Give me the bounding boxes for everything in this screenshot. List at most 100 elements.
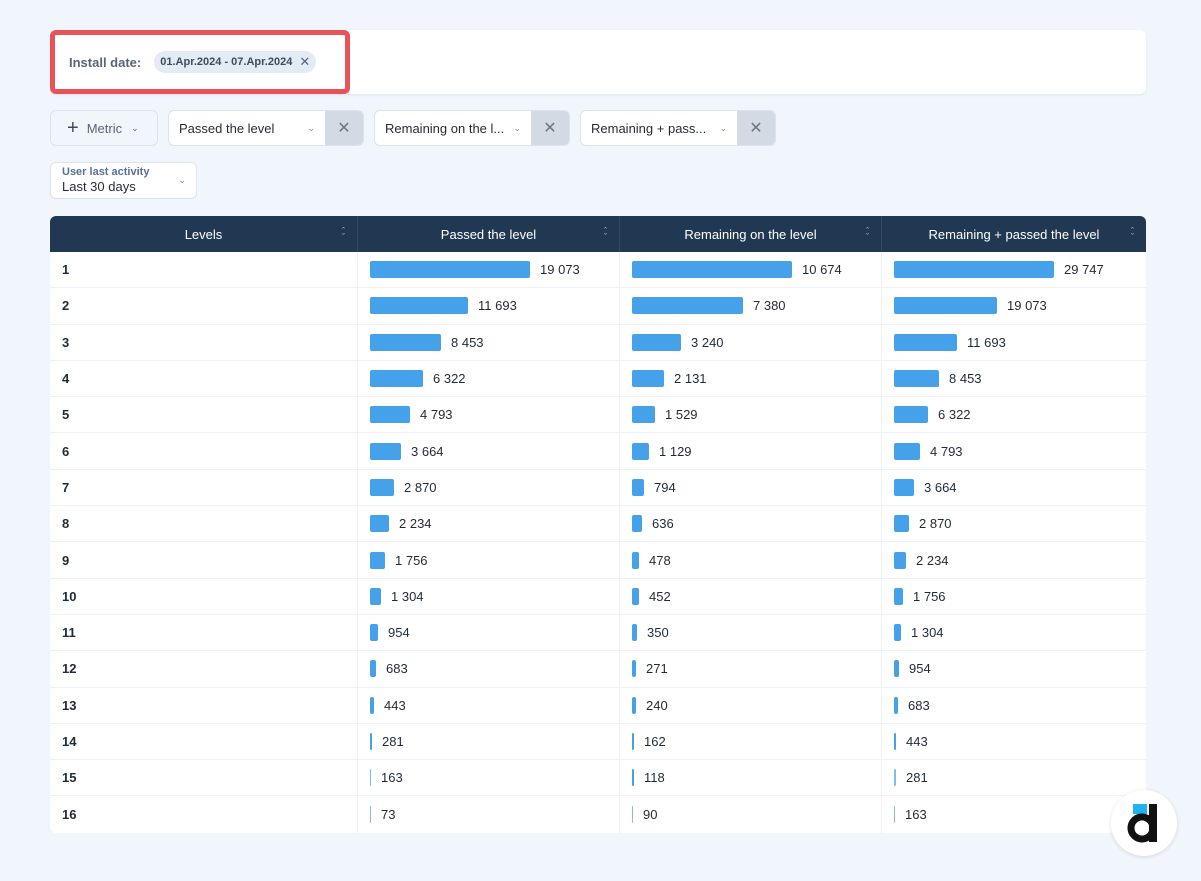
remaining-cell: 2 131	[620, 360, 882, 397]
add-metric-button[interactable]: + Metric ⌄	[50, 110, 158, 146]
remaining-bar	[632, 515, 642, 533]
remaining-value: 271	[646, 661, 668, 677]
level-cell: 16	[50, 796, 358, 833]
devtodev-logo	[1111, 790, 1177, 856]
remaining-cell: 240	[620, 687, 882, 723]
passed-bar	[370, 297, 468, 315]
remaining-cell: 271	[620, 651, 882, 687]
remaining-bar	[632, 769, 634, 787]
column-title: Remaining on the level	[684, 226, 817, 242]
chevron-down-icon: ⌄	[719, 122, 727, 133]
passed-cell: 3 664	[358, 433, 620, 469]
passed-cell: 163	[358, 760, 620, 796]
total-bar	[894, 442, 920, 460]
total-cell: 683	[882, 688, 1146, 723]
passed-value: 443	[384, 697, 406, 713]
remaining-bar	[632, 442, 649, 460]
passed-value: 3 664	[411, 443, 444, 459]
total-value: 2 234	[916, 552, 949, 568]
level-cell: 11	[50, 614, 358, 651]
passed-bar	[370, 806, 371, 824]
total-value: 163	[905, 807, 927, 823]
remaining-value: 794	[654, 479, 676, 495]
passed-value: 281	[382, 734, 404, 749]
passed-value: 73	[381, 807, 396, 823]
sort-icon[interactable]: ˆˇ	[604, 226, 607, 241]
total-cell: 6 322	[882, 397, 1146, 432]
passed-bar	[370, 370, 423, 388]
metric-label: Passed the level	[179, 120, 275, 136]
table-row: 10 1 304 452 1 756	[50, 578, 1146, 615]
remaining-bar	[632, 406, 655, 424]
total-value: 19 073	[1007, 298, 1047, 314]
sort-icon[interactable]: ˆˇ	[1131, 226, 1134, 241]
level-cell: 12	[50, 651, 358, 687]
sort-icon[interactable]: ˆˇ	[866, 226, 869, 241]
remaining-cell: 3 240	[620, 324, 882, 360]
passed-value: 19 073	[540, 262, 580, 278]
remove-metric-button[interactable]: ✕	[531, 111, 569, 145]
remaining-bar	[632, 478, 644, 496]
remaining-cell: 636	[620, 506, 882, 542]
total-cell: 3 664	[882, 470, 1146, 505]
level-cell: 3	[50, 324, 358, 360]
close-icon: ✕	[543, 120, 557, 137]
remaining-bar	[632, 660, 636, 678]
remove-metric-button[interactable]: ✕	[325, 111, 363, 145]
passed-bar	[370, 733, 372, 750]
metric-row: + Metric ⌄ Passed the level ⌄ ✕ Remainin…	[50, 110, 776, 146]
remaining-cell: 118	[620, 760, 882, 796]
metric-dropdown[interactable]: Passed the level ⌄	[169, 111, 325, 145]
total-bar	[894, 297, 997, 315]
level-cell: 9	[50, 542, 358, 578]
column-header-total[interactable]: Remaining + passed the level ˆˇ	[882, 216, 1146, 252]
remaining-cell: 162	[620, 723, 882, 760]
total-cell: 4 793	[882, 433, 1146, 468]
passed-cell: 6 322	[358, 360, 620, 397]
chevron-down-icon: ⌄	[307, 122, 315, 133]
install-date-chip[interactable]: 01.Apr.2024 - 07.Apr.2024 ✕	[154, 51, 317, 73]
install-date-label: Install date:	[69, 54, 142, 70]
level-cell: 10	[50, 578, 358, 614]
column-header-passed[interactable]: Passed the level ˆˇ	[358, 216, 620, 252]
total-value: 4 793	[930, 443, 963, 459]
total-value: 8 453	[949, 371, 982, 387]
level-cell: 4	[50, 360, 358, 397]
table-row: 15 163 118 281	[50, 760, 1146, 797]
remaining-bar	[632, 696, 636, 714]
passed-bar	[370, 515, 389, 533]
level-cell: 2	[50, 288, 358, 324]
total-bar	[894, 370, 939, 388]
passed-bar	[370, 406, 410, 424]
close-icon[interactable]: ✕	[299, 54, 310, 70]
passed-cell: 19 073	[358, 252, 620, 288]
chevron-down-icon: ⌄	[131, 122, 139, 133]
table-row: 11 954 350 1 304	[50, 614, 1146, 652]
passed-cell: 1 304	[358, 578, 620, 614]
passed-bar	[370, 587, 381, 605]
remaining-value: 2 131	[674, 371, 707, 387]
total-bar	[894, 624, 901, 642]
filter-panel: Install date: 01.Apr.2024 - 07.Apr.2024 …	[50, 30, 1146, 94]
metric-dropdown[interactable]: Remaining + pass... ⌄	[581, 111, 737, 145]
total-cell: 8 453	[882, 361, 1146, 396]
passed-value: 6 322	[433, 371, 466, 387]
sort-icon[interactable]: ˆˇ	[342, 226, 345, 241]
passed-bar	[370, 769, 371, 787]
total-bar	[894, 806, 895, 824]
metric-dropdown[interactable]: Remaining on the l... ⌄	[375, 111, 531, 145]
table-row: 16 73 90 163	[50, 796, 1146, 833]
close-icon: ✕	[749, 120, 763, 137]
passed-bar	[370, 478, 394, 496]
metric-label: Remaining + pass...	[591, 120, 707, 136]
total-value: 11 693	[967, 334, 1006, 350]
passed-value: 683	[386, 661, 408, 677]
column-header-remaining[interactable]: Remaining on the level ˆˇ	[620, 216, 882, 252]
column-title: Levels	[184, 226, 223, 242]
metric-select-total: Remaining + pass... ⌄ ✕	[580, 110, 776, 146]
remove-metric-button[interactable]: ✕	[737, 111, 775, 145]
remaining-value: 478	[649, 552, 671, 568]
user-last-activity-dropdown[interactable]: User last activity Last 30 days ⌄	[50, 162, 197, 199]
column-header-levels[interactable]: Levels ˆˇ	[50, 216, 358, 252]
remaining-bar	[632, 733, 634, 750]
